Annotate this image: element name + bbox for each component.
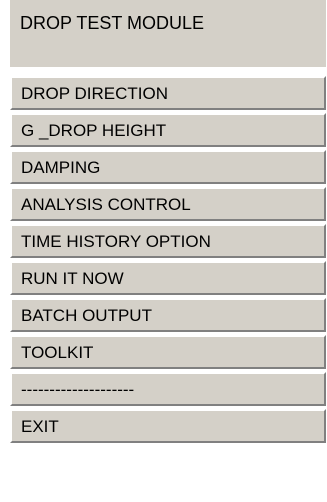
drop-direction-button[interactable]: DROP DIRECTION [10,76,326,110]
batch-output-button[interactable]: BATCH OUTPUT [10,298,326,332]
menu-button-label: BATCH OUTPUT [21,306,152,325]
menu-button-label: EXIT [21,417,59,436]
exit-button[interactable]: EXIT [10,409,326,443]
menu-button-label: RUN IT NOW [21,269,124,288]
menu-title-bar: DROP TEST MODULE [10,0,326,67]
menu-button-label: -------------------- [21,380,135,399]
menu-button-label: ANALYSIS CONTROL [21,195,191,214]
run-it-now-button[interactable]: RUN IT NOW [10,261,326,295]
damping-button[interactable]: DAMPING [10,150,326,184]
menu-button-label: TIME HISTORY OPTION [21,232,211,251]
drop-test-menu-panel: DROP TEST MODULE DROP DIRECTION G _DROP … [0,0,327,502]
drop-height-button[interactable]: G _DROP HEIGHT [10,113,326,147]
toolkit-button[interactable]: TOOLKIT [10,335,326,369]
analysis-control-button[interactable]: ANALYSIS CONTROL [10,187,326,221]
menu-button-label: G _DROP HEIGHT [21,121,167,140]
menu-title: DROP TEST MODULE [20,13,205,33]
menu-button-label: DROP DIRECTION [21,84,169,103]
menu-button-label: TOOLKIT [21,343,94,362]
time-history-option-button[interactable]: TIME HISTORY OPTION [10,224,326,258]
separator-button[interactable]: -------------------- [10,372,326,406]
menu-button-label: DAMPING [21,158,101,177]
